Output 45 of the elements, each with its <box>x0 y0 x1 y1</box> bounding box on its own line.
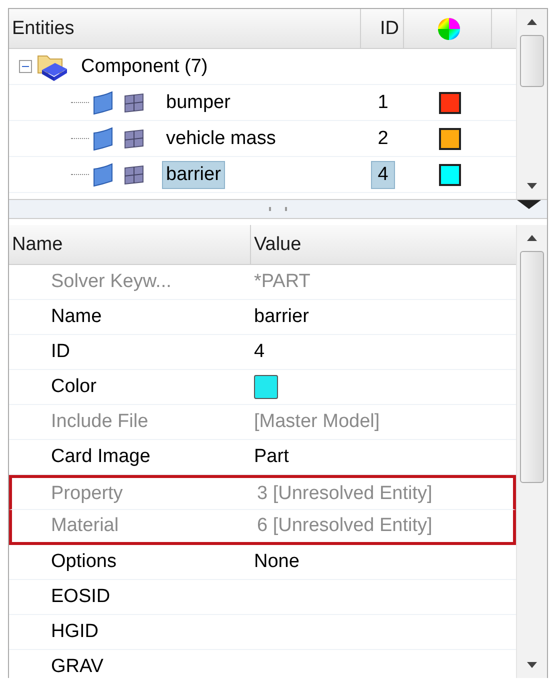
surface-icon <box>91 162 115 186</box>
mesh-icon <box>123 92 145 114</box>
property-name: Card Image <box>51 446 150 467</box>
column-header[interactable]: Entities <box>9 9 361 48</box>
dropdown-caret-icon[interactable] <box>517 200 541 209</box>
property-name: Include File <box>51 411 148 432</box>
splitter-handle[interactable] <box>9 199 547 219</box>
property-name: Solver Keyw... <box>51 271 172 292</box>
color-wheel-icon <box>437 16 461 40</box>
property-name: Options <box>51 551 116 572</box>
tree-item-label[interactable]: bumper <box>163 90 234 116</box>
mesh-icon <box>123 128 145 150</box>
collapse-icon[interactable] <box>19 60 32 73</box>
column-header[interactable]: Name <box>9 225 251 264</box>
color-swatch[interactable] <box>439 92 461 114</box>
property-name: HGID <box>51 621 98 642</box>
property-name: Name <box>51 306 102 327</box>
scrollbar-thumb[interactable] <box>520 35 544 87</box>
property-value[interactable]: Part <box>254 446 289 468</box>
property-name: EOSID <box>51 586 110 607</box>
mesh-icon <box>123 164 145 186</box>
color-swatch[interactable] <box>439 128 461 150</box>
column-header[interactable]: Value <box>251 225 516 264</box>
scrollbar[interactable] <box>516 225 547 678</box>
id-value: 2 <box>376 126 390 150</box>
tree-node-label[interactable]: Component (7) <box>81 56 208 78</box>
tree-item-label[interactable]: barrier <box>163 162 224 188</box>
color-swatch[interactable] <box>439 164 461 186</box>
property-name: Color <box>51 376 96 397</box>
property-name: Material <box>51 515 119 536</box>
tree-item-label[interactable]: vehicle mass <box>163 126 279 152</box>
scrollbar-thumb[interactable] <box>520 251 544 483</box>
color-swatch[interactable] <box>254 375 278 399</box>
surface-icon <box>91 90 115 114</box>
scrollbar[interactable] <box>516 9 547 199</box>
property-value[interactable]: None <box>254 551 300 573</box>
property-name: ID <box>51 341 70 362</box>
column-header[interactable]: ID <box>361 9 404 48</box>
surface-icon <box>91 126 115 150</box>
property-name: GRAV <box>51 656 104 677</box>
property-value[interactable]: 4 <box>254 341 265 363</box>
property-value[interactable]: barrier <box>254 306 309 328</box>
property-name: Property <box>51 482 123 504</box>
id-value: 4 <box>372 162 394 188</box>
id-value: 1 <box>376 90 390 114</box>
